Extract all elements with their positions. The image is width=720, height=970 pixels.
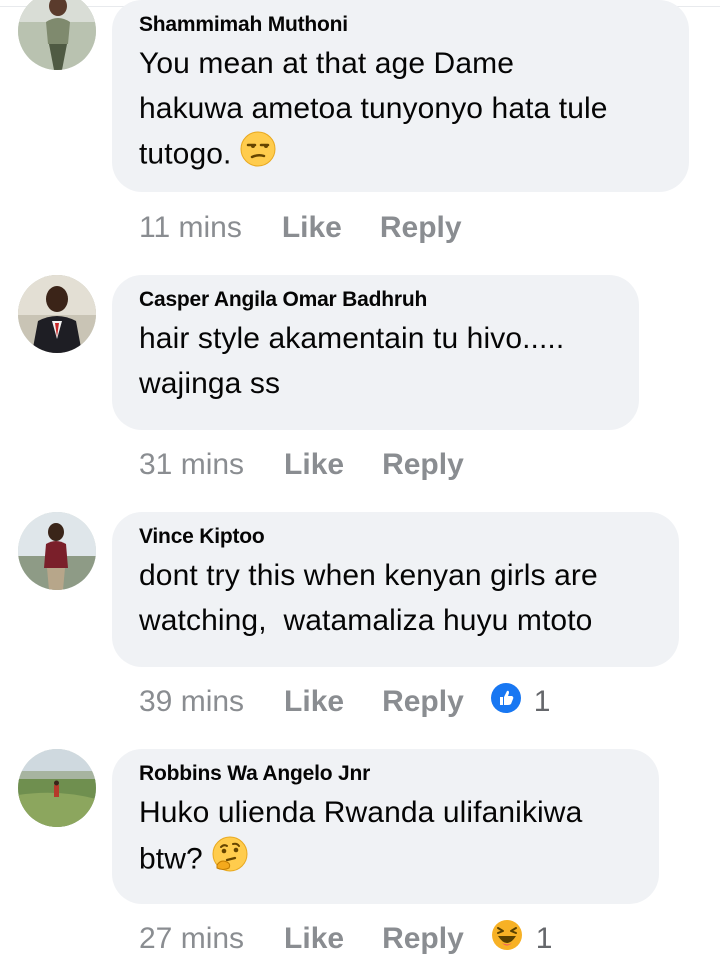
like-button[interactable]: Like [284, 922, 344, 956]
comment-text-body: Huko ulienda Rwanda ulifanikiwa btw? [139, 796, 583, 876]
commenter-name[interactable]: Vince Kiptoo [139, 524, 651, 550]
comment-bubble: Casper Angila Omar Badhruh hair style ak… [112, 275, 639, 430]
comment-time[interactable]: 31 mins [139, 448, 244, 482]
comment-actions: 31 mins Like Reply [139, 445, 502, 485]
avatar[interactable] [18, 749, 96, 827]
comment-text: hair style akamentain tu hivo..... wajin… [139, 322, 565, 400]
avatar[interactable] [18, 275, 96, 353]
comment-bubble: Robbins Wa Angelo Jnr Huko ulienda Rwand… [112, 749, 659, 904]
reaction-count: 1 [533, 685, 551, 718]
reply-button[interactable]: Reply [382, 685, 464, 719]
comment-text-body: You mean at that age Dame hakuwa ametoa … [139, 47, 608, 171]
reaction-summary[interactable]: 1 [490, 682, 551, 722]
commenter-name[interactable]: Shammimah Muthoni [139, 12, 661, 38]
comment-bubble: Vince Kiptoo dont try this when kenyan g… [112, 512, 679, 667]
haha-reaction-icon [490, 918, 524, 960]
reaction-count: 1 [535, 922, 553, 955]
avatar[interactable] [18, 0, 96, 70]
unamused-face-emoji [240, 131, 276, 180]
reply-button[interactable]: Reply [380, 211, 462, 245]
commenter-name[interactable]: Robbins Wa Angelo Jnr [139, 761, 631, 787]
thinking-face-emoji [211, 835, 249, 886]
comment-text: Huko ulienda Rwanda ulifanikiwa btw? [139, 790, 631, 886]
like-button[interactable]: Like [282, 211, 342, 245]
like-button[interactable]: Like [284, 448, 344, 482]
comment-actions: 39 mins Like Reply 1 [139, 682, 550, 722]
comment-actions: 11 mins Like Reply [139, 208, 500, 248]
comment-time[interactable]: 39 mins [139, 685, 244, 719]
reply-button[interactable]: Reply [382, 448, 464, 482]
comment-actions: 27 mins Like Reply 1 [139, 919, 552, 959]
avatar-photo [18, 0, 96, 70]
comment-text: You mean at that age Dame hakuwa ametoa … [139, 41, 661, 180]
avatar-photo [18, 512, 96, 590]
avatar-photo [18, 749, 96, 827]
avatar-photo [18, 275, 96, 353]
reaction-summary[interactable]: 1 [490, 918, 553, 960]
comment-text: dont try this when kenyan girls are watc… [139, 559, 598, 637]
avatar[interactable] [18, 512, 96, 590]
comment-bubble: Shammimah Muthoni You mean at that age D… [112, 0, 689, 192]
like-button[interactable]: Like [284, 685, 344, 719]
reply-button[interactable]: Reply [382, 922, 464, 956]
commenter-name[interactable]: Casper Angila Omar Badhruh [139, 287, 611, 313]
comment-time[interactable]: 11 mins [139, 211, 242, 245]
comment-time[interactable]: 27 mins [139, 922, 244, 956]
like-reaction-icon [490, 682, 522, 722]
